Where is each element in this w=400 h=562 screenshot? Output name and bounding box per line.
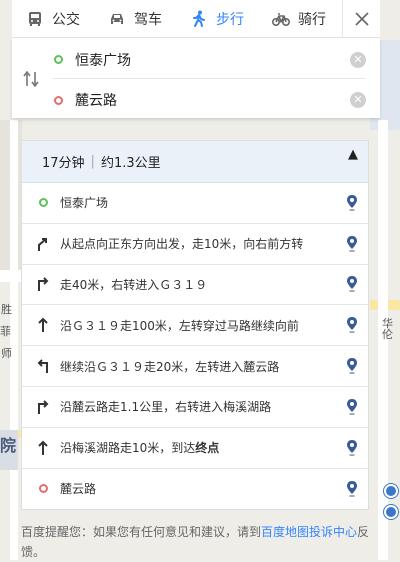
start-input[interactable]: 恒泰广场 [75,50,350,70]
map-label: 华伦 [382,317,393,341]
step-start[interactable]: 恒泰广场 [22,183,368,224]
feedback-prefix: 百度提醒您：如果您有任何意见和建议，请到 [21,525,262,539]
step-text: 沿Ｇ３１９走100米，左转穿过马路继续向前 [60,318,299,333]
close-button[interactable] [342,0,380,38]
step-row[interactable]: 继续沿Ｇ３１９走20米，左转进入麓云路 [22,346,368,387]
map-pin-icon[interactable] [346,439,358,457]
end-input[interactable]: 麓云路 [75,90,350,110]
step-row[interactable]: 沿Ｇ３１９走100米，左转穿过马路继续向前 [22,305,368,347]
step-text-main: 沿梅溪湖路走10米，到达 [60,441,196,456]
map-label: 胜 [1,303,12,316]
route-panel: 17分钟 | 约1.3公里 ▲ 恒泰广场 从起点向正东方向出发，走10米，向右前… [21,140,369,510]
bus-stop-marker[interactable] [384,484,398,498]
map-pin-icon[interactable] [346,275,358,293]
step-text: 恒泰广场 [60,196,109,211]
tab-walk[interactable]: 步行 [176,0,258,38]
straight-icon [38,317,48,333]
clear-start-button[interactable]: ✕ [350,51,366,68]
map-pin-icon[interactable] [346,480,358,498]
map-pin-icon[interactable] [346,398,358,416]
bike-icon [272,12,290,26]
step-row[interactable]: 沿梅溪湖路走10米，到达终点 [22,428,368,469]
map-pin-icon[interactable] [346,357,358,375]
swap-icon[interactable] [22,71,40,87]
tab-drive[interactable]: 驾车 [94,0,176,38]
route-endpoints: 恒泰广场 ✕ 麓云路 ✕ [12,38,380,118]
step-row[interactable]: 沿麓云路走1.1公里，右转进入梅溪湖路 [22,387,368,428]
map-label: 院 [0,436,17,455]
turn-right-icon [38,277,49,292]
step-text: 麓云路 [60,482,97,497]
tab-bus[interactable]: 公交 [12,0,94,38]
tab-label: 驾车 [134,11,162,28]
step-text: 沿麓云路走1.1公里，右转进入梅溪湖路 [60,400,272,415]
clear-end-button[interactable]: ✕ [350,92,366,108]
turn-right-icon [38,400,49,414]
separator: | [90,154,95,169]
end-field[interactable]: 麓云路 ✕ [52,81,366,119]
complaint-center-link[interactable]: 百度地图投诉中心 [261,525,357,539]
step-row[interactable]: 从起点向正东方向出发，走10米，向右前方转 [22,224,368,265]
map-pin-icon[interactable] [346,316,358,334]
route-summary[interactable]: 17分钟 | 约1.3公里 ▲ [22,141,368,183]
step-text: 继续沿Ｇ３１９走20米，左转进入麓云路 [60,359,280,374]
bus-icon [29,11,41,26]
map-label: 师 [1,347,12,360]
map-pin-icon[interactable] [346,235,358,253]
collapse-icon[interactable]: ▲ [348,147,358,162]
step-text: 沿梅溪湖路走10米，到达终点 [60,439,346,456]
walk-icon [193,10,205,27]
tab-label: 骑行 [298,11,326,28]
route-duration: 17分钟 [42,156,85,171]
end-dot-icon [38,484,48,494]
close-icon [354,12,369,26]
route-distance: 约1.3公里 [100,156,161,171]
straight-icon [38,440,48,455]
transport-tabs: 公交 驾车 步行 骑行 [12,0,380,38]
bus-stop-marker[interactable] [384,505,398,519]
turn-slight-right-icon [38,237,47,251]
step-text: 走40米，右转进入Ｇ３１９ [60,277,208,292]
car-icon [111,13,123,24]
end-dot-icon [54,95,63,105]
step-end[interactable]: 麓云路 [22,469,368,510]
turn-left-icon [37,359,48,374]
step-text-destination: 终点 [195,441,220,456]
tab-label: 公交 [52,11,80,28]
map-label: 菲 [0,325,11,338]
start-dot-icon [38,198,48,208]
step-text: 从起点向正东方向出发，走10米，向右前方转 [60,237,304,252]
tab-label: 步行 [216,11,244,28]
feedback-note: 百度提醒您：如果您有任何意见和建议，请到百度地图投诉中心反馈。 [21,522,381,562]
start-dot-icon [54,55,63,64]
map-pin-icon[interactable] [346,194,358,212]
tab-bike[interactable]: 骑行 [258,0,342,38]
start-field[interactable]: 恒泰广场 ✕ [52,41,366,79]
step-row[interactable]: 走40米，右转进入Ｇ３１９ [22,265,368,306]
